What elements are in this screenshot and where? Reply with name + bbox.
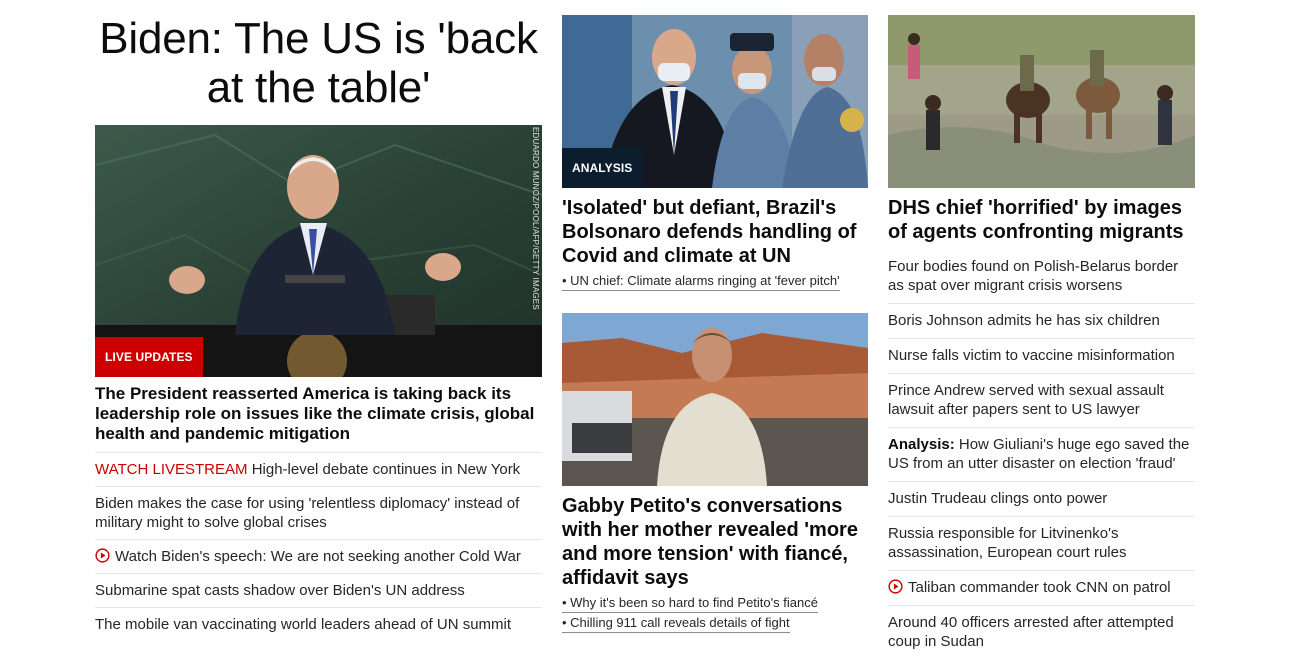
photo-credit: EDUARDO MUNOZ/POOL/AFP/GETTY IMAGES — [531, 127, 540, 310]
list-item[interactable]: Four bodies found on Polish-Belarus bord… — [888, 250, 1195, 304]
list-item-text[interactable]: Taliban commander took CNN on patrol — [908, 579, 1171, 596]
live-updates-badge[interactable]: LIVE UPDATES — [95, 337, 203, 377]
play-icon — [888, 579, 903, 594]
related-link[interactable]: • Why it's been so hard to find Petito's… — [562, 593, 818, 613]
list-item[interactable]: Watch Biden's speech: We are not seeking… — [95, 540, 542, 574]
related-link[interactable]: • Chilling 911 call reveals details of f… — [562, 613, 790, 633]
list-item-text[interactable]: Four bodies found on Polish-Belarus bord… — [888, 258, 1178, 294]
list-item[interactable]: Boris Johnson admits he has six children — [888, 304, 1195, 339]
bolsonaro-headline[interactable]: 'Isolated' but defiant, Brazil's Bolsona… — [562, 196, 868, 268]
list-item-text[interactable]: Justin Trudeau clings onto power — [888, 490, 1107, 507]
list-item-text[interactable]: Prince Andrew served with sexual assault… — [888, 382, 1164, 418]
right-headlines-list: Four bodies found on Polish-Belarus bord… — [888, 250, 1195, 659]
list-item-text[interactable]: The mobile van vaccinating world leaders… — [95, 616, 511, 633]
middle-column: ANALYSIS 'Isolated' but defiant, Brazil'… — [562, 0, 868, 633]
lead-summary[interactable]: The President reasserted America is taki… — [95, 384, 542, 453]
lead-image[interactable]: EDUARDO MUNOZ/POOL/AFP/GETTY IMAGES LIVE… — [95, 125, 542, 377]
list-item-text[interactable]: Watch Biden's speech: We are not seeking… — [115, 548, 521, 565]
dhs-image[interactable] — [888, 15, 1195, 188]
list-item[interactable]: Russia responsible for Litvinenko's assa… — [888, 517, 1195, 571]
list-item[interactable]: Around 40 officers arrested after attemp… — [888, 606, 1195, 659]
lead-related-list: WATCH LIVESTREAM High-level debate conti… — [95, 453, 542, 641]
list-item-text[interactable]: Nurse falls victim to vaccine misinforma… — [888, 347, 1175, 364]
list-item[interactable]: Nurse falls victim to vaccine misinforma… — [888, 339, 1195, 374]
list-item-text[interactable]: Boris Johnson admits he has six children — [888, 312, 1160, 329]
list-item[interactable]: Biden makes the case for using 'relentle… — [95, 487, 542, 540]
list-item[interactable]: Prince Andrew served with sexual assault… — [888, 374, 1195, 428]
list-item[interactable]: Analysis: How Giuliani's huge ego saved … — [888, 428, 1195, 482]
lead-story: Biden: The US is 'back at the table' EDU… — [95, 0, 542, 641]
list-item-text[interactable]: Around 40 officers arrested after attemp… — [888, 614, 1174, 650]
list-item[interactable]: Taliban commander took CNN on patrol — [888, 571, 1195, 606]
list-item[interactable]: Justin Trudeau clings onto power — [888, 482, 1195, 517]
petito-photo — [562, 313, 868, 486]
petito-image[interactable] — [562, 313, 868, 486]
list-item-text[interactable]: Russia responsible for Litvinenko's assa… — [888, 525, 1126, 561]
related-link[interactable]: • UN chief: Climate alarms ringing at 'f… — [562, 271, 840, 291]
analysis-label[interactable]: Analysis: — [888, 436, 955, 453]
petito-headline[interactable]: Gabby Petito's conversations with her mo… — [562, 494, 868, 590]
dhs-headline[interactable]: DHS chief 'horrified' by images of agent… — [888, 196, 1195, 244]
list-item[interactable]: WATCH LIVESTREAM High-level debate conti… — [95, 453, 542, 487]
list-item-text[interactable]: High-level debate continues in New York — [252, 461, 521, 478]
right-column: DHS chief 'horrified' by images of agent… — [888, 0, 1195, 659]
border-agents-photo — [888, 15, 1195, 188]
analysis-badge[interactable]: ANALYSIS — [562, 148, 643, 188]
watch-livestream-label[interactable]: WATCH LIVESTREAM — [95, 461, 248, 478]
list-item-text[interactable]: Biden makes the case for using 'relentle… — [95, 495, 519, 531]
play-icon — [95, 548, 110, 563]
list-item[interactable]: The mobile van vaccinating world leaders… — [95, 608, 542, 641]
list-item[interactable]: Submarine spat casts shadow over Biden's… — [95, 574, 542, 608]
lead-headline[interactable]: Biden: The US is 'back at the table' — [95, 14, 542, 112]
bolsonaro-image[interactable]: ANALYSIS — [562, 15, 868, 188]
list-item-text[interactable]: Submarine spat casts shadow over Biden's… — [95, 582, 465, 599]
